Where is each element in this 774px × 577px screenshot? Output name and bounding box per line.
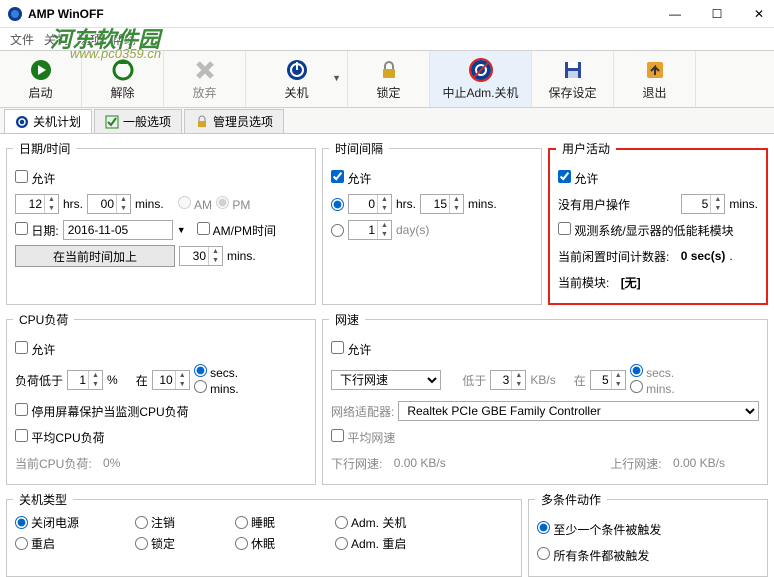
add-time-button[interactable]: 在当前时间加上 bbox=[15, 245, 175, 267]
datetime-hrs-spin[interactable]: ▲▼ bbox=[15, 194, 59, 214]
interval-allow[interactable]: 允许 bbox=[331, 170, 371, 187]
ampm-checkbox[interactable]: AM/PM时间 bbox=[197, 222, 276, 239]
stype-sleep[interactable]: 睡眠 bbox=[235, 514, 315, 531]
maximize-button[interactable]: ☐ bbox=[710, 7, 724, 21]
net-secs-radio[interactable]: secs. bbox=[630, 364, 675, 380]
pm-radio[interactable]: PM bbox=[216, 196, 250, 212]
group-datetime: 日期/时间 允许 ▲▼ hrs. ▲▼ mins. AM PM 日期: ▼ AM… bbox=[6, 140, 316, 305]
cpu-mins-radio[interactable]: mins. bbox=[194, 380, 239, 396]
power-small-icon bbox=[15, 115, 29, 129]
toolbar-lock[interactable]: 锁定 bbox=[348, 51, 430, 107]
interval-mode1[interactable] bbox=[331, 198, 344, 211]
check-icon bbox=[105, 115, 119, 129]
cond-all[interactable]: 所有条件都被触发 bbox=[537, 547, 649, 564]
window-title: AMP WinOFF bbox=[28, 7, 104, 21]
x-icon bbox=[193, 58, 217, 82]
lock-icon bbox=[377, 58, 401, 82]
app-icon bbox=[8, 7, 22, 21]
tab-admin[interactable]: 管理员选项 bbox=[184, 109, 284, 133]
stype-poweroff[interactable]: 关闭电源 bbox=[15, 514, 115, 531]
am-radio[interactable]: AM bbox=[178, 196, 212, 212]
net-mins-radio[interactable]: mins. bbox=[630, 380, 675, 396]
add-time-spin[interactable]: ▲▼ bbox=[179, 246, 223, 266]
net-avg-check[interactable]: 平均网速 bbox=[331, 429, 395, 446]
net-allow[interactable]: 允许 bbox=[331, 341, 371, 358]
group-shutdown-type: 关机类型 关闭电源 注销 睡眠 Adm. 关机 重启 锁定 休眠 Adm. 重启 bbox=[6, 491, 522, 577]
save-icon bbox=[561, 58, 585, 82]
tab-plan[interactable]: 关机计划 bbox=[4, 109, 92, 133]
group-conditions: 多条件动作 至少一个条件被触发 所有条件都被触发 bbox=[528, 491, 768, 577]
titlebar: AMP WinOFF — ☐ ✕ bbox=[0, 0, 774, 28]
monitor-checkbox[interactable]: 观测系统/显示器的低能耗模块 bbox=[558, 222, 734, 239]
toolbar-cancel[interactable]: 解除 bbox=[82, 51, 164, 107]
menu-options[interactable]: 选项 bbox=[78, 31, 102, 48]
power-cancel-icon bbox=[469, 58, 493, 82]
menu-help[interactable]: 帮助 bbox=[112, 31, 136, 48]
close-button[interactable]: ✕ bbox=[752, 7, 766, 21]
menubar: 文件 关机 选项 帮助 bbox=[0, 28, 774, 50]
stype-logoff[interactable]: 注销 bbox=[135, 514, 215, 531]
cpu-screensaver-check[interactable]: 停用屏幕保护当监测CPU负荷 bbox=[15, 403, 189, 420]
tabstrip: 关机计划 一般选项 管理员选项 bbox=[0, 108, 774, 134]
toolbar: 启动 解除 放弃 关机 ▼ 锁定 中止Adm.关机 保存设定 退出 bbox=[0, 50, 774, 108]
toolbar-start[interactable]: 启动 bbox=[0, 51, 82, 107]
toolbar-shutdown[interactable]: 关机 ▼ bbox=[246, 51, 348, 107]
exit-icon bbox=[643, 58, 667, 82]
net-time-spin[interactable]: ▲▼ bbox=[590, 370, 626, 390]
toolbar-save[interactable]: 保存设定 bbox=[532, 51, 614, 107]
interval-mins-spin[interactable]: ▲▼ bbox=[420, 194, 464, 214]
stype-admshut[interactable]: Adm. 关机 bbox=[335, 514, 406, 531]
cond-any[interactable]: 至少一个条件被触发 bbox=[537, 521, 661, 538]
refresh-icon bbox=[111, 58, 135, 82]
menu-shutdown[interactable]: 关机 bbox=[44, 31, 68, 48]
interval-hrs-spin[interactable]: ▲▼ bbox=[348, 194, 392, 214]
lock-small-icon bbox=[195, 115, 209, 129]
power-icon bbox=[285, 58, 309, 82]
net-adapter-select[interactable]: Realtek PCIe GBE Family Controller bbox=[398, 401, 759, 421]
menu-file[interactable]: 文件 bbox=[10, 31, 34, 48]
interval-days-spin[interactable]: ▲▼ bbox=[348, 220, 392, 240]
cpu-allow[interactable]: 允许 bbox=[15, 341, 55, 358]
net-dir-select[interactable]: 下行网速 bbox=[331, 370, 441, 390]
tab-general[interactable]: 一般选项 bbox=[94, 109, 182, 133]
activity-allow[interactable]: 允许 bbox=[558, 170, 598, 187]
minimize-button[interactable]: — bbox=[668, 7, 682, 21]
group-cpu: CPU负荷 允许 负荷低于 ▲▼ % 在 ▲▼ secs. mins. 停用屏幕… bbox=[6, 311, 316, 485]
activity-mins-spin[interactable]: ▲▼ bbox=[681, 194, 725, 214]
group-interval: 时间间隔 允许 ▲▼ hrs. ▲▼ mins. ▲▼ day(s) bbox=[322, 140, 542, 305]
cpu-secs-radio[interactable]: secs. bbox=[194, 364, 239, 380]
cpu-avg-check[interactable]: 平均CPU负荷 bbox=[15, 429, 105, 446]
date-checkbox[interactable]: 日期: bbox=[15, 222, 59, 239]
datetime-mins-spin[interactable]: ▲▼ bbox=[87, 194, 131, 214]
toolbar-exit[interactable]: 退出 bbox=[614, 51, 696, 107]
group-activity: 用户活动 允许 没有用户操作 ▲▼ mins. 观测系统/显示器的低能耗模块 当… bbox=[548, 140, 768, 305]
net-kbs-spin[interactable]: ▲▼ bbox=[490, 370, 526, 390]
cpu-pct-spin[interactable]: ▲▼ bbox=[67, 370, 103, 390]
chevron-down-icon[interactable]: ▼ bbox=[332, 73, 341, 83]
group-net: 网速 允许 下行网速 低于 ▲▼ KB/s 在 ▲▼ secs. mins. 网… bbox=[322, 311, 768, 485]
toolbar-abort[interactable]: 放弃 bbox=[164, 51, 246, 107]
datetime-allow[interactable]: 允许 bbox=[15, 170, 55, 187]
play-icon bbox=[29, 58, 53, 82]
toolbar-adm-shutdown[interactable]: 中止Adm.关机 bbox=[430, 51, 532, 107]
date-input[interactable] bbox=[63, 220, 173, 240]
cpu-time-spin[interactable]: ▲▼ bbox=[152, 370, 190, 390]
interval-mode2[interactable] bbox=[331, 224, 344, 237]
